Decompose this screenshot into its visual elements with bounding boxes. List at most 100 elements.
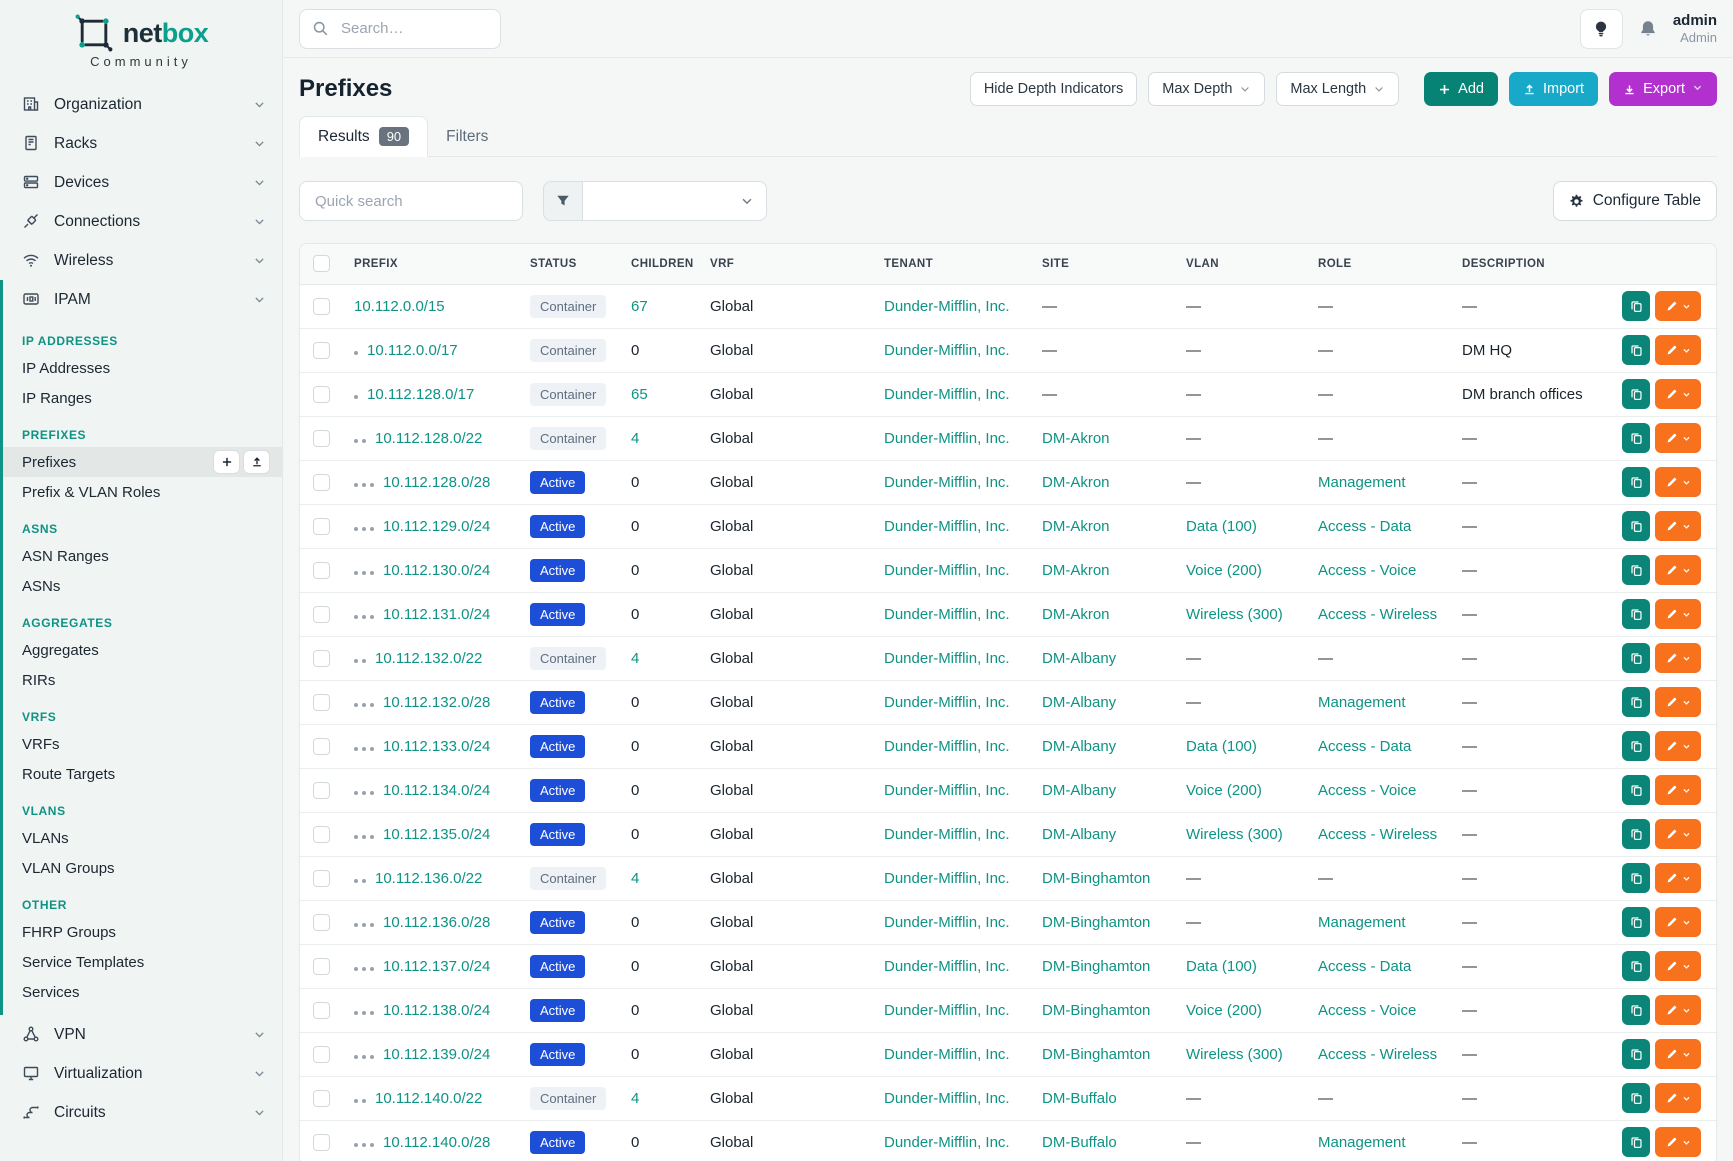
site-link[interactable]: DM-Akron [1042, 474, 1110, 491]
row-checkbox[interactable] [313, 606, 330, 623]
tenant-link[interactable]: Dunder-Mifflin, Inc. [884, 606, 1010, 623]
row-checkbox[interactable] [313, 958, 330, 975]
edit-button[interactable] [1655, 379, 1701, 409]
vlan-link[interactable]: Voice (200) [1186, 562, 1262, 579]
edit-button[interactable] [1655, 599, 1701, 629]
edit-button[interactable] [1655, 863, 1701, 893]
sidebar-item-vlan-groups[interactable]: VLAN Groups [3, 853, 282, 883]
tenant-link[interactable]: Dunder-Mifflin, Inc. [884, 694, 1010, 711]
role-link[interactable]: Access - Wireless [1318, 826, 1437, 843]
edit-button[interactable] [1655, 511, 1701, 541]
site-link[interactable]: DM-Albany [1042, 738, 1116, 755]
role-link[interactable]: Management [1318, 914, 1406, 931]
vlan-link[interactable]: Voice (200) [1186, 1002, 1262, 1019]
clone-button[interactable] [1622, 995, 1650, 1025]
brand-logo[interactable]: netbox Community [0, 0, 282, 73]
clone-button[interactable] [1622, 951, 1650, 981]
clone-button[interactable] [1622, 1083, 1650, 1113]
row-checkbox[interactable] [313, 1046, 330, 1063]
tenant-link[interactable]: Dunder-Mifflin, Inc. [884, 650, 1010, 667]
site-link[interactable]: DM-Albany [1042, 826, 1116, 843]
role-link[interactable]: Access - Data [1318, 738, 1411, 755]
tenant-link[interactable]: Dunder-Mifflin, Inc. [884, 1134, 1010, 1151]
sidebar-item-vrfs[interactable]: VRFs [3, 729, 282, 759]
filter-button[interactable] [543, 181, 583, 221]
row-checkbox[interactable] [313, 1134, 330, 1151]
prefix-link[interactable]: 10.112.134.0/24 [383, 782, 490, 799]
prefix-link[interactable]: 10.112.136.0/28 [383, 914, 490, 931]
sidebar-item-prefix-vlan-roles[interactable]: Prefix & VLAN Roles [3, 477, 282, 507]
row-checkbox[interactable] [313, 650, 330, 667]
vlan-link[interactable]: Data (100) [1186, 518, 1257, 535]
site-link[interactable]: DM-Buffalo [1042, 1090, 1117, 1107]
clone-button[interactable] [1622, 423, 1650, 453]
site-link[interactable]: DM-Akron [1042, 606, 1110, 623]
sidebar-item-organization[interactable]: Organization [0, 85, 282, 124]
sidebar-item-virtualization[interactable]: Virtualization [0, 1054, 282, 1093]
tenant-link[interactable]: Dunder-Mifflin, Inc. [884, 518, 1010, 535]
prefix-link[interactable]: 10.112.128.0/17 [367, 386, 474, 403]
add-button[interactable]: Add [1424, 72, 1498, 106]
tenant-link[interactable]: Dunder-Mifflin, Inc. [884, 870, 1010, 887]
tenant-link[interactable]: Dunder-Mifflin, Inc. [884, 958, 1010, 975]
prefix-link[interactable]: 10.112.133.0/24 [383, 738, 490, 755]
row-checkbox[interactable] [313, 738, 330, 755]
tenant-link[interactable]: Dunder-Mifflin, Inc. [884, 298, 1010, 315]
user-menu[interactable]: admin Admin [1673, 12, 1717, 46]
sidebar-item-services[interactable]: Services [3, 977, 282, 1007]
clone-button[interactable] [1622, 1127, 1650, 1157]
clone-button[interactable] [1622, 379, 1650, 409]
saved-filter-select[interactable] [583, 181, 767, 221]
site-link[interactable]: DM-Akron [1042, 518, 1110, 535]
tenant-link[interactable]: Dunder-Mifflin, Inc. [884, 430, 1010, 447]
edit-button[interactable] [1655, 1083, 1701, 1113]
tenant-link[interactable]: Dunder-Mifflin, Inc. [884, 386, 1010, 403]
role-link[interactable]: Access - Voice [1318, 782, 1416, 799]
prefix-link[interactable]: 10.112.132.0/22 [375, 650, 482, 667]
children-link[interactable]: 4 [631, 430, 639, 447]
prefix-link[interactable]: 10.112.0.0/17 [367, 342, 458, 359]
tenant-link[interactable]: Dunder-Mifflin, Inc. [884, 474, 1010, 491]
quick-add-button[interactable] [213, 450, 240, 474]
row-checkbox[interactable] [313, 298, 330, 315]
prefix-link[interactable]: 10.112.139.0/24 [383, 1046, 490, 1063]
sidebar-item-vpn[interactable]: VPN [0, 1015, 282, 1054]
vlan-link[interactable]: Data (100) [1186, 958, 1257, 975]
prefix-link[interactable]: 10.112.128.0/22 [375, 430, 482, 447]
tenant-link[interactable]: Dunder-Mifflin, Inc. [884, 1046, 1010, 1063]
prefix-link[interactable]: 10.112.140.0/22 [375, 1090, 482, 1107]
tenant-link[interactable]: Dunder-Mifflin, Inc. [884, 738, 1010, 755]
children-link[interactable]: 4 [631, 870, 639, 887]
row-checkbox[interactable] [313, 782, 330, 799]
global-search[interactable] [299, 9, 501, 49]
children-link[interactable]: 4 [631, 650, 639, 667]
edit-button[interactable] [1655, 1127, 1701, 1157]
sidebar-item-rirs[interactable]: RIRs [3, 665, 282, 695]
tenant-link[interactable]: Dunder-Mifflin, Inc. [884, 782, 1010, 799]
edit-button[interactable] [1655, 951, 1701, 981]
prefix-link[interactable]: 10.112.137.0/24 [383, 958, 490, 975]
prefix-link[interactable]: 10.112.0.0/15 [354, 298, 445, 315]
vlan-link[interactable]: Data (100) [1186, 738, 1257, 755]
clone-button[interactable] [1622, 291, 1650, 321]
clone-button[interactable] [1622, 819, 1650, 849]
tenant-link[interactable]: Dunder-Mifflin, Inc. [884, 1002, 1010, 1019]
prefix-link[interactable]: 10.112.136.0/22 [375, 870, 482, 887]
role-link[interactable]: Management [1318, 1134, 1406, 1151]
clone-button[interactable] [1622, 863, 1650, 893]
tenant-link[interactable]: Dunder-Mifflin, Inc. [884, 826, 1010, 843]
row-checkbox[interactable] [313, 826, 330, 843]
tenant-link[interactable]: Dunder-Mifflin, Inc. [884, 342, 1010, 359]
edit-button[interactable] [1655, 1039, 1701, 1069]
site-link[interactable]: DM-Akron [1042, 562, 1110, 579]
prefix-link[interactable]: 10.112.131.0/24 [383, 606, 490, 623]
site-link[interactable]: DM-Binghamton [1042, 870, 1150, 887]
row-checkbox[interactable] [313, 474, 330, 491]
edit-button[interactable] [1655, 291, 1701, 321]
site-link[interactable]: DM-Akron [1042, 430, 1110, 447]
sidebar-item-ip-ranges[interactable]: IP Ranges [3, 383, 282, 413]
prefix-link[interactable]: 10.112.135.0/24 [383, 826, 490, 843]
role-link[interactable]: Access - Data [1318, 958, 1411, 975]
children-link[interactable]: 4 [631, 1090, 639, 1107]
tenant-link[interactable]: Dunder-Mifflin, Inc. [884, 1090, 1010, 1107]
